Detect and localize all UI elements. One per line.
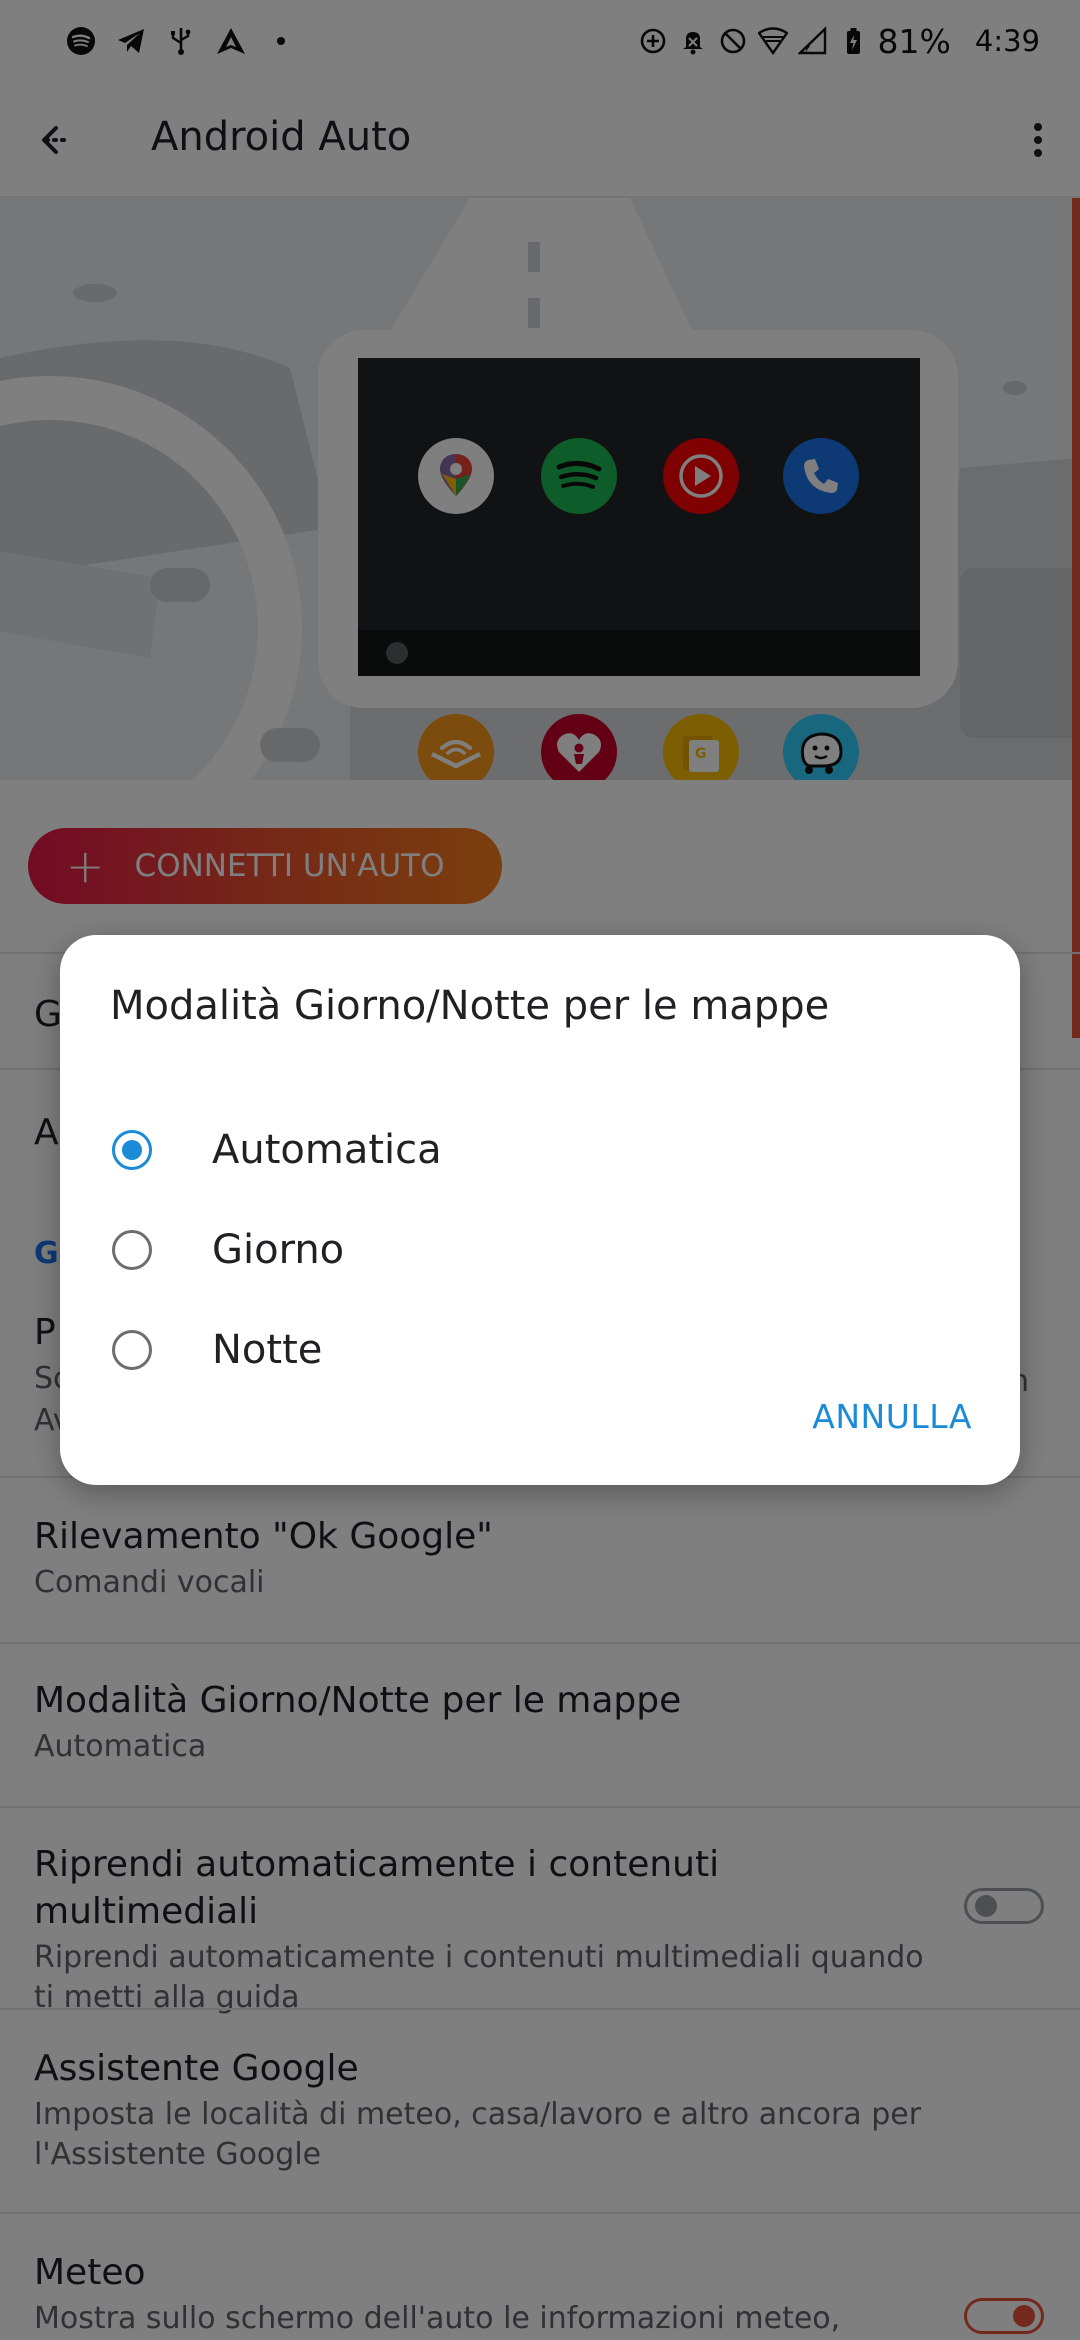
option-label: Notte	[212, 1327, 323, 1373]
day-night-mode-dialog: Modalità Giorno/Notte per le mappe Autom…	[60, 935, 1020, 1485]
option-label: Giorno	[212, 1227, 345, 1273]
option-giorno[interactable]: Giorno	[112, 1205, 972, 1295]
radio-unselected-icon[interactable]	[112, 1230, 152, 1270]
radio-selected-icon[interactable]	[112, 1130, 152, 1170]
dialog-title: Modalità Giorno/Notte per le mappe	[110, 983, 830, 1029]
radio-unselected-icon[interactable]	[112, 1330, 152, 1370]
option-notte[interactable]: Notte	[112, 1305, 972, 1395]
option-automatica[interactable]: Automatica	[112, 1105, 972, 1195]
option-label: Automatica	[212, 1127, 442, 1173]
cancel-button[interactable]: ANNULLA	[812, 1397, 972, 1436]
